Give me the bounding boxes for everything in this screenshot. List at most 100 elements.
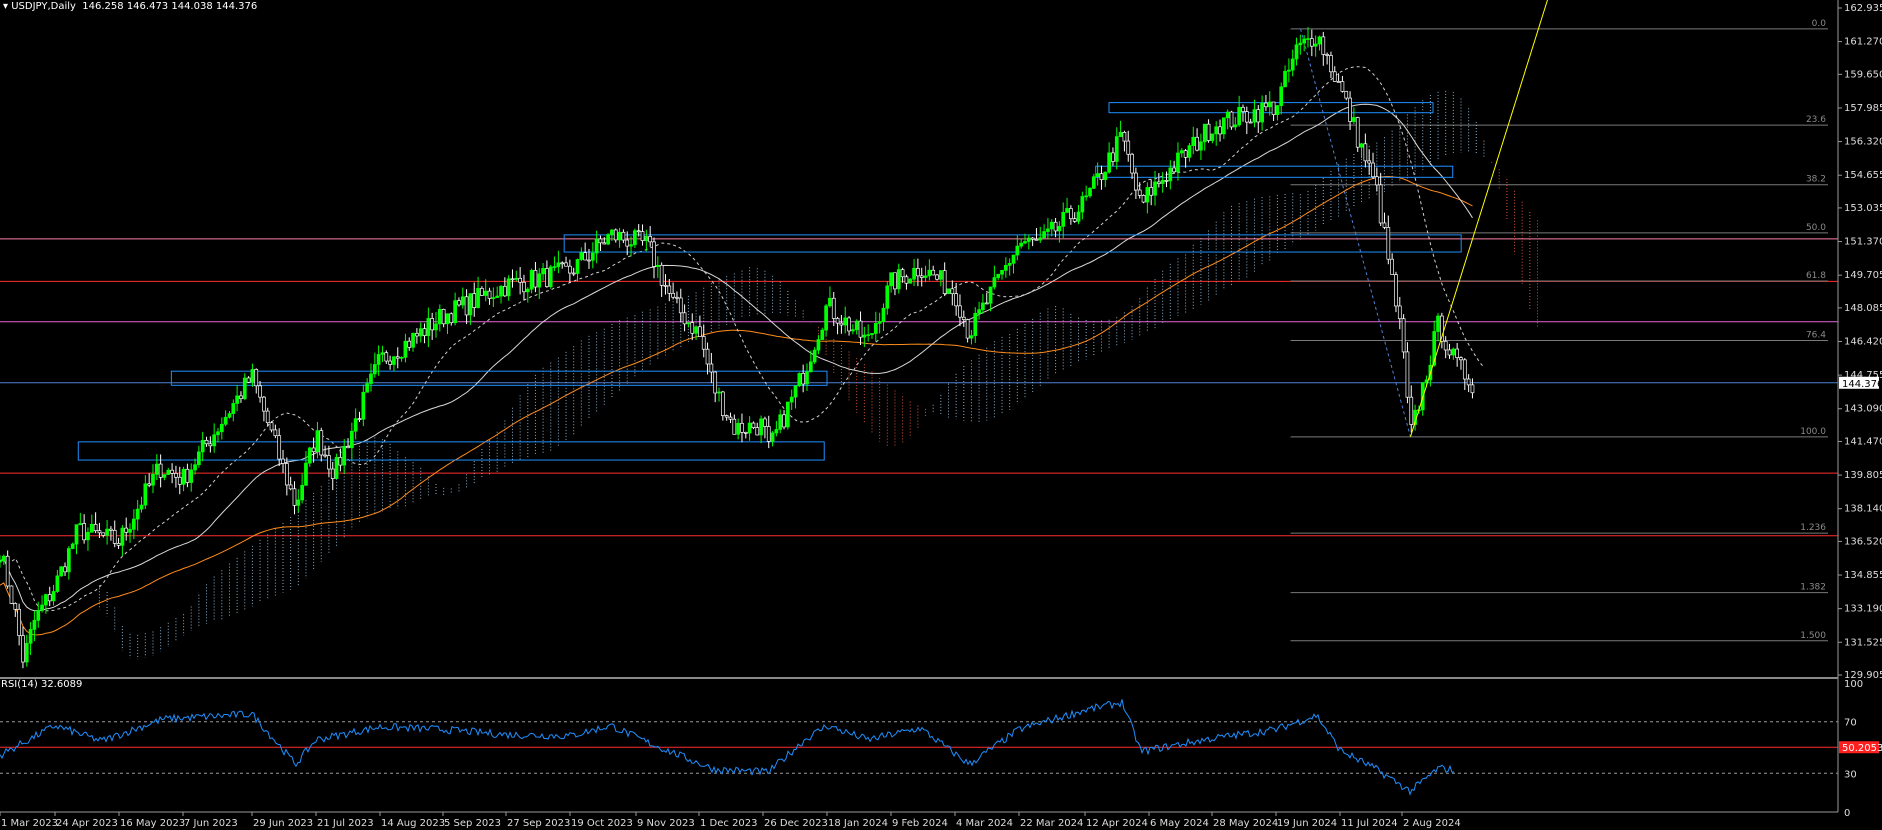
price-tick-label: 161.270 xyxy=(1844,37,1882,48)
candle-body xyxy=(931,269,936,276)
candle-body xyxy=(1049,221,1054,230)
candle-body xyxy=(120,527,125,546)
price-tick-label: 134.855 xyxy=(1844,570,1882,581)
candle-body xyxy=(1321,36,1326,55)
chart-canvas[interactable]: 0.0 23.6 38.2 50.0 61.8 76.4 100.0 1.236 1.382 1.… xyxy=(0,0,1882,830)
candle-body xyxy=(916,268,920,277)
candle-body xyxy=(747,422,752,434)
candle-body xyxy=(835,318,840,324)
candle-body xyxy=(491,297,496,299)
candle-body xyxy=(778,414,783,430)
fib-label-100.0: 100.0 xyxy=(1800,427,1826,437)
candle-body xyxy=(74,524,79,545)
candle-body xyxy=(51,591,56,602)
candle-body xyxy=(338,457,343,466)
candle-body xyxy=(437,308,442,325)
candle-body xyxy=(575,259,580,274)
candle-body xyxy=(1336,81,1341,83)
candle-body xyxy=(17,608,21,636)
candle-body xyxy=(602,242,607,245)
candle-body xyxy=(774,429,779,434)
date-tick-label: 22 Mar 2024 xyxy=(1020,818,1083,829)
candle-body xyxy=(273,429,278,437)
candle-body xyxy=(116,543,121,546)
symbol-label: USDJPY,Daily xyxy=(11,1,76,12)
candle-body xyxy=(47,594,52,602)
candle-body xyxy=(59,566,64,577)
price-tick-label: 148.085 xyxy=(1844,303,1882,314)
candle-body xyxy=(185,468,190,483)
candle-body xyxy=(579,252,584,260)
candle-body xyxy=(430,318,435,331)
candle-body xyxy=(751,422,756,428)
candle-body xyxy=(124,527,129,533)
candle-body xyxy=(1095,173,1100,178)
candle-body xyxy=(453,300,457,324)
zone-rect-3 xyxy=(1095,165,1454,178)
candle-body xyxy=(919,275,924,278)
candle-body xyxy=(1,555,6,562)
candle-body xyxy=(973,313,978,337)
candle-body xyxy=(32,620,37,630)
candle-body xyxy=(1256,109,1261,123)
candle-body xyxy=(1145,187,1150,203)
candle-body xyxy=(361,391,366,420)
candle-body xyxy=(304,462,308,486)
candle-body xyxy=(323,454,327,457)
candle-body xyxy=(743,432,748,434)
candle-body xyxy=(277,435,282,460)
candle-body xyxy=(988,286,993,304)
candle-body xyxy=(1348,97,1352,122)
candle-body xyxy=(158,463,163,478)
candle-body xyxy=(212,434,217,447)
candle-body xyxy=(250,369,255,383)
candle-body xyxy=(93,523,98,532)
candle-body xyxy=(858,320,863,338)
fib-label-1.236: 1.236 xyxy=(1800,523,1826,533)
candle-body xyxy=(1183,150,1188,158)
price-tick-label: 143.090 xyxy=(1844,404,1882,415)
candle-body xyxy=(510,278,515,281)
candle-body xyxy=(139,504,144,510)
candle-body xyxy=(0,560,2,563)
candle-body xyxy=(571,272,576,275)
rsi-pane xyxy=(0,699,1838,796)
price-tick-label: 131.525 xyxy=(1844,637,1882,648)
candle-body xyxy=(1042,231,1046,239)
candle-body xyxy=(1053,221,1058,232)
candle-body xyxy=(1126,140,1131,155)
candles xyxy=(0,27,1475,669)
candle-body xyxy=(843,317,848,326)
candle-body xyxy=(808,361,813,373)
candle-body xyxy=(407,340,412,348)
candle-body xyxy=(1069,208,1073,220)
candle-body xyxy=(1210,133,1215,141)
candle-body xyxy=(445,313,450,325)
candle-body xyxy=(759,418,763,436)
candle-body xyxy=(636,230,641,233)
candle-body xyxy=(40,604,44,611)
candle-body xyxy=(411,332,415,348)
price-tick-label: 156.320 xyxy=(1844,137,1882,148)
candle-body xyxy=(1046,228,1050,232)
candle-body xyxy=(254,369,259,387)
date-tick-label: 14 Aug 2023 xyxy=(381,818,445,829)
candle-body xyxy=(1156,181,1161,184)
candle-body xyxy=(766,426,771,442)
date-tick-label: 2 Aug 2024 xyxy=(1403,818,1461,829)
candle-body xyxy=(1149,187,1154,196)
candle-body xyxy=(824,305,828,331)
candle-body xyxy=(1244,111,1249,123)
candle-body xyxy=(950,288,955,295)
candle-body xyxy=(992,277,997,288)
candle-body xyxy=(44,594,48,606)
candle-body xyxy=(885,285,890,309)
candle-body xyxy=(686,322,691,325)
candle-body xyxy=(418,328,423,337)
candle-body xyxy=(1130,153,1134,174)
candle-body xyxy=(912,268,916,280)
candle-body xyxy=(1397,305,1402,320)
candle-body xyxy=(996,273,1001,278)
candle-body xyxy=(870,333,874,336)
candle-body xyxy=(514,277,519,280)
